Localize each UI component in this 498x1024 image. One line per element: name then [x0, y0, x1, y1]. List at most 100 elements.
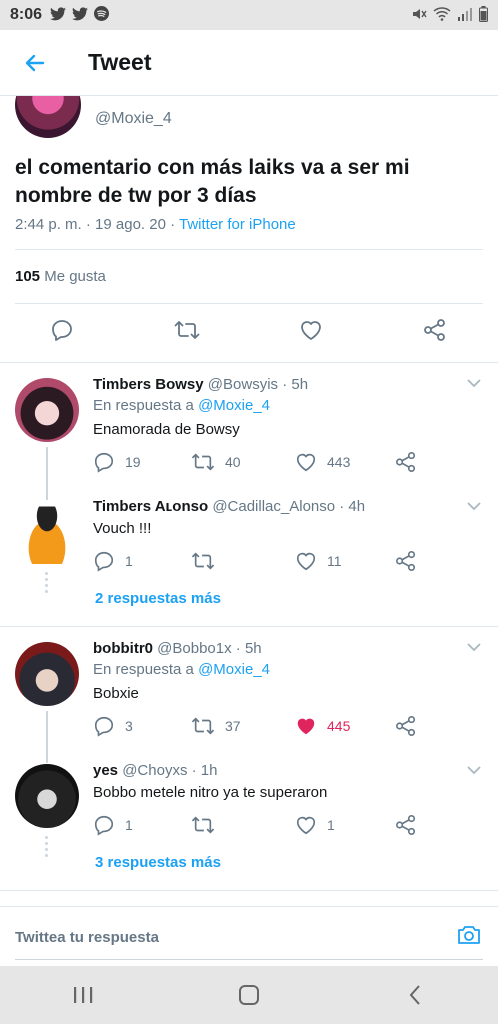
reply-count: 3 — [125, 718, 133, 734]
like-count: 1 — [327, 817, 335, 833]
retweet-button[interactable]: 40 — [191, 451, 241, 473]
retweet-button[interactable] — [191, 550, 225, 572]
chevron-left-icon — [409, 985, 420, 1005]
thread-dots — [45, 572, 49, 596]
like-button-active[interactable]: 445 — [295, 715, 350, 737]
reply-header: yes @Choyxs · 1h — [93, 762, 217, 779]
home-icon — [239, 985, 259, 1005]
reply-author-name[interactable]: bobbitr0 — [93, 640, 153, 657]
retweet-icon — [191, 816, 215, 834]
heart-icon — [296, 816, 316, 835]
show-more-replies-link[interactable]: 3 respuestas más — [95, 854, 221, 871]
reply-icon — [52, 320, 72, 341]
retweet-button[interactable]: 37 — [191, 715, 241, 737]
share-button[interactable] — [423, 318, 447, 347]
in-reply-to-label: En respuesta a — [93, 397, 199, 414]
tweet-source-link[interactable]: Twitter for iPhone — [179, 216, 296, 233]
app-header: Tweet — [0, 30, 498, 96]
reply-avatar[interactable] — [15, 642, 79, 706]
system-back-button[interactable] — [385, 975, 445, 1015]
share-button[interactable] — [395, 715, 417, 737]
retweet-button[interactable] — [191, 814, 225, 836]
reply-actions: 3 37 445 — [93, 715, 423, 739]
reply-icon — [94, 452, 114, 473]
reply-author-handle[interactable]: @Choyxs · 1h — [122, 762, 217, 779]
divider — [0, 626, 498, 627]
battery-icon — [479, 5, 488, 25]
in-reply-to: En respuesta a @Moxie_4 — [93, 661, 270, 678]
share-button[interactable] — [395, 814, 417, 836]
reply-author-name[interactable]: Timbers Bowsy — [93, 376, 204, 393]
chevron-down-icon[interactable] — [466, 639, 482, 657]
reply-author-handle[interactable]: @Bowsyis · 5h — [208, 376, 308, 393]
reply-text: Bobxie — [93, 685, 139, 702]
reply-author-name[interactable]: Timbers Aʟonso — [93, 498, 208, 515]
author-handle[interactable]: @Moxie_4 — [95, 110, 172, 128]
likes-summary[interactable]: 105 Me gusta — [15, 268, 106, 285]
thread-line — [46, 711, 48, 763]
reply-count: 19 — [125, 454, 141, 470]
thread-line — [46, 447, 48, 505]
reply-avatar[interactable] — [15, 500, 79, 564]
thread-dots — [45, 836, 49, 860]
mention-link[interactable]: @Moxie_4 — [198, 397, 270, 414]
reply-text: Vouch !!! — [93, 520, 152, 537]
reply-author-handle[interactable]: @Bobbo1x · 5h — [157, 640, 261, 657]
reply-actions: 19 40 443 — [93, 451, 423, 475]
reply-icon — [94, 716, 114, 737]
share-button[interactable] — [395, 451, 417, 473]
reply-button[interactable]: 1 — [93, 814, 133, 836]
retweet-icon — [191, 552, 215, 570]
share-icon — [396, 551, 416, 571]
tweet-text: el comentario con más laiks va a ser mi … — [15, 156, 410, 207]
reply-author-name[interactable]: yes — [93, 762, 118, 779]
in-reply-to-label: En respuesta a — [93, 661, 199, 678]
retweet-button[interactable] — [174, 318, 200, 347]
back-button[interactable] — [0, 30, 70, 96]
reply-avatar[interactable] — [15, 764, 79, 828]
share-button[interactable] — [395, 550, 417, 572]
tweet-timestamp: 2:44 p. m. · 19 ago. 20 · — [15, 216, 179, 233]
share-icon — [396, 716, 416, 736]
reply-button[interactable]: 1 — [93, 550, 133, 572]
mute-icon — [411, 6, 427, 25]
heart-icon — [296, 552, 316, 571]
divider — [0, 362, 498, 363]
chevron-down-icon[interactable] — [466, 498, 482, 516]
retweet-count: 37 — [225, 718, 241, 734]
reply-button[interactable] — [50, 318, 74, 347]
chevron-down-icon[interactable] — [466, 762, 482, 780]
reply-button[interactable]: 19 — [93, 451, 141, 473]
reply-count: 1 — [125, 553, 133, 569]
reply-author-handle[interactable]: @Cadillac_Alonso · 4h — [212, 498, 365, 515]
reply-icon — [94, 815, 114, 836]
like-button[interactable]: 1 — [295, 814, 335, 836]
recent-apps-button[interactable] — [53, 975, 113, 1015]
divider — [0, 890, 498, 891]
reply-icon — [94, 551, 114, 572]
like-button[interactable]: 11 — [295, 550, 342, 572]
signal-icon — [457, 7, 473, 24]
reply-avatar[interactable] — [15, 378, 79, 442]
retweet-icon — [174, 321, 200, 339]
home-button[interactable] — [219, 975, 279, 1015]
wifi-icon — [433, 6, 451, 24]
reply-input[interactable]: Twittea tu respuesta — [15, 929, 159, 946]
camera-icon[interactable] — [456, 923, 482, 952]
in-reply-to: En respuesta a @Moxie_4 — [93, 397, 270, 414]
reply-count: 1 — [125, 817, 133, 833]
like-button[interactable] — [299, 318, 323, 347]
reply-button[interactable]: 3 — [93, 715, 133, 737]
like-count: 11 — [327, 553, 342, 569]
mention-link[interactable]: @Moxie_4 — [198, 661, 270, 678]
show-more-replies-link[interactable]: 2 respuestas más — [95, 590, 221, 607]
chevron-down-icon[interactable] — [466, 375, 482, 393]
like-button[interactable]: 443 — [295, 451, 350, 473]
reply-text: Enamorada de Bowsy — [93, 421, 240, 438]
reply-text: Bobbo metele nitro ya te superaron — [93, 784, 328, 801]
reply-composer[interactable]: Twittea tu respuesta — [0, 906, 498, 966]
status-time: 8:06 — [10, 6, 43, 23]
like-count: 445 — [327, 718, 351, 734]
spotify-notification-icon — [94, 6, 110, 24]
back-arrow-icon — [25, 54, 45, 71]
